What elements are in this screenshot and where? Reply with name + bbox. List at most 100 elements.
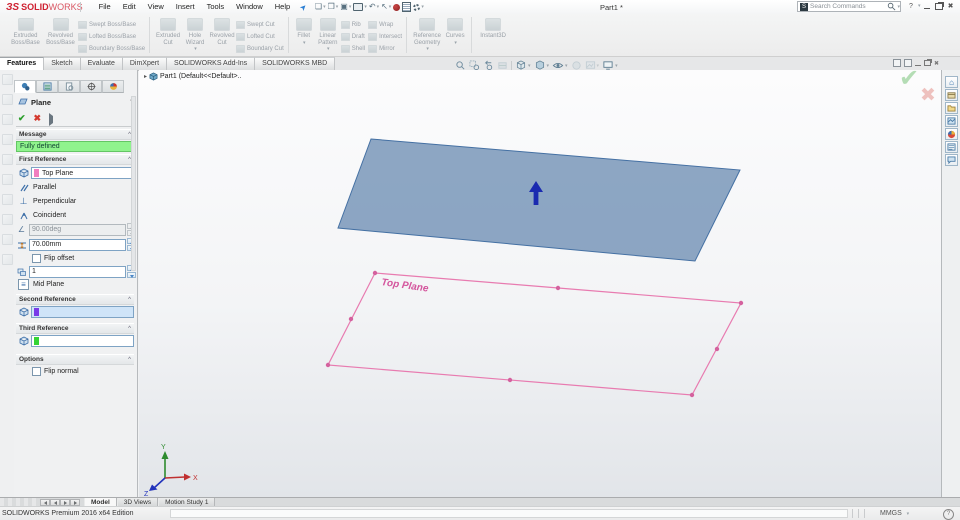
view-toolbar-icon[interactable] [2,214,13,225]
revolved-boss-base-button[interactable]: Revolved Boss/Base [43,16,78,46]
draft-button[interactable]: Draft [340,31,365,43]
doc-window-icon[interactable] [904,59,912,67]
tab-sketch[interactable]: Sketch [44,57,81,70]
tab-display-manager[interactable] [102,80,124,93]
appearances-button[interactable] [945,128,958,140]
rebuild-button[interactable] [393,1,401,13]
view-palette-button[interactable] [945,115,958,127]
keep-visible-pin-icon[interactable] [49,113,63,126]
doc-restore-icon[interactable] [924,60,931,66]
view-toolbar-icon[interactable] [2,74,13,85]
third-reference-section-header[interactable]: Third Reference ^ [16,323,134,334]
pm-scrollbar[interactable] [131,96,136,271]
tab-dimxpert[interactable]: DimXpert [122,57,168,70]
tab-configuration-manager[interactable] [58,80,80,93]
view-toolbar-icon[interactable] [2,114,13,125]
flip-normal-checkbox[interactable] [32,367,41,376]
message-section-header[interactable]: Message ^ [16,129,134,140]
confirm-cancel-corner-button[interactable]: ✖ [920,84,936,107]
doc-minimize-icon[interactable] [915,65,921,66]
help-button[interactable]: ? [905,1,917,11]
revolved-cut-button[interactable]: Revolved Cut [208,16,236,46]
fillet-button[interactable]: Fillet ▾ [293,16,315,46]
first-reference-field[interactable]: Top Plane [31,167,134,179]
confirm-ok-corner-button[interactable]: ✔ [899,70,919,93]
flip-offset-row[interactable]: Flip offset [32,254,74,263]
close-button[interactable]: ✖ [945,1,957,11]
tab-solidworks-addins[interactable]: SOLIDWORKS Add-Ins [167,57,256,70]
mid-plane-row[interactable]: ≡ Mid Plane [18,279,64,290]
options-section-header[interactable]: Options ^ [16,354,134,365]
home-tab-button[interactable]: ⌂ [945,76,958,88]
boundary-boss-base-button[interactable]: Boundary Boss/Base [78,43,145,55]
next-tab-button[interactable] [60,499,70,506]
options-button[interactable]: ▾ [413,1,424,13]
menu-view[interactable]: View [142,0,170,14]
intersect-button[interactable]: Intersect [368,31,402,43]
view-toolbar-icon[interactable] [2,154,13,165]
cancel-button[interactable]: ✖ [34,113,42,124]
swept-boss-base-button[interactable]: Swept Boss/Base [78,19,145,31]
extruded-cut-button[interactable]: Extruded Cut [154,16,182,46]
open-document-button[interactable]: ❒ ▾ [328,1,339,13]
menu-edit[interactable]: Edit [117,0,142,14]
minimize-button[interactable] [921,1,933,11]
menu-window[interactable]: Window [230,0,269,14]
forum-button[interactable] [945,154,958,166]
view-toolbar-icon[interactable] [2,94,13,105]
custom-properties-button[interactable] [945,141,958,153]
new-plane-preview[interactable] [337,138,741,262]
search-icon[interactable] [887,2,896,11]
doc-close-icon[interactable]: ✖ [934,60,939,67]
restore-button[interactable] [933,1,945,11]
tab-feature-manager[interactable] [36,80,58,93]
menu-tools[interactable]: Tools [201,0,231,14]
reference-geometry-button[interactable]: Reference Geometry ▾ [411,16,443,53]
chevron-down-icon[interactable]: ▾ [897,4,900,10]
design-library-button[interactable] [945,89,958,101]
view-toolbar-icon[interactable] [2,254,13,265]
graphics-viewport[interactable]: ▸ Part1 (Default<<Default>.. Top Plane Y… [139,70,942,497]
pin-menu-icon[interactable]: ➤ [298,1,309,12]
second-reference-section-header[interactable]: Second Reference ^ [16,294,134,305]
first-reference-section-header[interactable]: First Reference ^ [16,154,134,165]
quick-tips-icon[interactable]: ? [943,509,954,520]
hole-wizard-button[interactable]: Hole Wizard ▾ [182,16,208,53]
top-plane-handles[interactable] [325,270,744,398]
distance-input[interactable]: 70.00mm [29,238,126,251]
view-toolbar-icon[interactable] [2,134,13,145]
select-button[interactable]: ↖ ▾ [381,1,391,13]
count-input[interactable]: 1 [29,265,126,278]
instant3d-button[interactable]: Instant3D [476,16,510,40]
save-button[interactable]: ▣ ▾ [340,1,351,13]
view-toolbar-icon[interactable] [2,174,13,185]
new-document-button[interactable]: ❏ ▾ [315,1,326,13]
menu-file[interactable]: File [93,0,117,14]
parallel-row[interactable]: Parallel [18,182,56,193]
tab-evaluate[interactable]: Evaluate [80,57,123,70]
curves-button[interactable]: Curves ▾ [443,16,467,46]
boundary-cut-button[interactable]: Boundary Cut [236,43,284,55]
tab-property-manager[interactable] [14,80,36,93]
perpendicular-row[interactable]: ⊥ Perpendicular [18,196,77,207]
linear-pattern-button[interactable]: Linear Pattern ▾ [315,16,341,53]
menu-insert[interactable]: Insert [170,0,201,14]
lofted-cut-button[interactable]: Lofted Cut [236,31,284,43]
mirror-button[interactable]: Mirror [368,43,402,55]
last-tab-button[interactable] [70,499,80,506]
wrap-button[interactable]: Wrap [368,19,402,31]
swept-cut-button[interactable]: Swept Cut [236,19,284,31]
shell-button[interactable]: Shell [340,43,365,55]
flip-offset-checkbox[interactable] [32,254,41,263]
previous-tab-button[interactable] [50,499,60,506]
third-reference-field[interactable] [31,335,134,347]
undo-button[interactable]: ↶ ▾ [369,1,379,13]
first-tab-button[interactable] [40,499,50,506]
coincident-row[interactable]: Coincident [18,210,66,221]
file-properties-button[interactable] [402,1,412,13]
tab-dimxpert-manager[interactable] [80,80,102,93]
tab-solidworks-mbd[interactable]: SOLIDWORKS MBD [255,57,336,70]
second-reference-field[interactable] [31,306,134,318]
extruded-boss-base-button[interactable]: Extruded Boss/Base [8,16,43,46]
view-toolbar-icon[interactable] [2,234,13,245]
